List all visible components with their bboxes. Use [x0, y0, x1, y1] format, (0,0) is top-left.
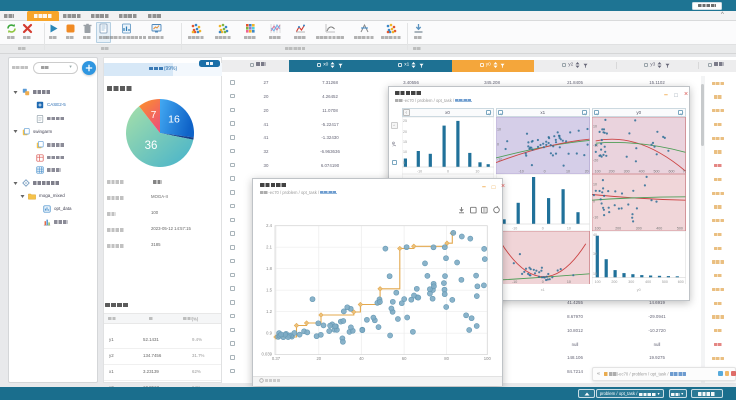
svg-text:20: 20: [585, 169, 589, 173]
svg-text:0: 0: [544, 169, 546, 173]
svg-text:16: 16: [168, 114, 180, 126]
svg-text:10: 10: [593, 182, 597, 186]
svg-text:20: 20: [316, 356, 321, 361]
svg-text:1.8: 1.8: [266, 266, 272, 271]
svg-text:500: 500: [662, 280, 668, 284]
svg-text:400: 400: [645, 280, 651, 284]
svg-text:200: 200: [615, 226, 621, 230]
svg-text:1.5: 1.5: [266, 288, 272, 293]
svg-text:600: 600: [678, 280, 684, 284]
svg-text:200: 200: [611, 280, 617, 284]
svg-text:0: 0: [542, 226, 544, 230]
svg-text:0: 0: [497, 142, 499, 146]
svg-text:10: 10: [567, 226, 571, 230]
svg-text:300: 300: [628, 280, 634, 284]
svg-text:-10: -10: [416, 169, 421, 173]
svg-text:100: 100: [595, 226, 601, 230]
svg-text:0: 0: [593, 199, 595, 203]
svg-text:10: 10: [593, 124, 597, 128]
svg-text:10: 10: [403, 150, 407, 154]
svg-text:10: 10: [567, 280, 571, 284]
svg-text:300: 300: [636, 226, 642, 230]
svg-text:-10: -10: [593, 215, 598, 219]
svg-text:300: 300: [624, 169, 630, 173]
svg-text:40: 40: [359, 356, 364, 361]
svg-text:0: 0: [447, 169, 449, 173]
svg-text:70: 70: [683, 169, 686, 173]
svg-text:500: 500: [677, 226, 683, 230]
svg-text:60: 60: [402, 356, 407, 361]
svg-text:0: 0: [542, 280, 544, 284]
svg-text:2.1: 2.1: [266, 245, 272, 250]
svg-text:-10: -10: [512, 226, 517, 230]
svg-text:400: 400: [656, 226, 662, 230]
svg-text:-10: -10: [512, 280, 517, 284]
svg-text:15: 15: [593, 272, 597, 276]
svg-text:-10: -10: [497, 157, 502, 161]
svg-text:5: 5: [403, 161, 405, 165]
svg-text:7: 7: [151, 110, 157, 121]
svg-text:40: 40: [593, 233, 597, 237]
svg-text:0.039: 0.039: [262, 352, 273, 357]
svg-text:200: 200: [609, 169, 615, 173]
svg-text:-20: -20: [593, 158, 598, 162]
svg-text:10: 10: [475, 169, 479, 173]
svg-text:2.4: 2.4: [266, 223, 272, 228]
svg-text:100: 100: [595, 169, 601, 173]
svg-text:80: 80: [444, 356, 449, 361]
svg-text:1.2: 1.2: [266, 309, 272, 314]
svg-text:-10: -10: [519, 169, 524, 173]
svg-text:15: 15: [403, 140, 407, 144]
svg-text:-10: -10: [593, 143, 598, 147]
svg-text:500: 500: [654, 169, 660, 173]
svg-text:0.37: 0.37: [272, 356, 281, 361]
svg-text:0.9: 0.9: [266, 331, 272, 336]
svg-text:36: 36: [145, 140, 158, 152]
svg-text:20: 20: [403, 130, 407, 134]
svg-text:10: 10: [566, 169, 570, 173]
svg-text:100: 100: [484, 356, 492, 361]
svg-text:100: 100: [595, 280, 601, 284]
svg-text:400: 400: [639, 169, 645, 173]
svg-text:600: 600: [669, 169, 675, 173]
svg-text:10: 10: [497, 127, 501, 131]
svg-text:30: 30: [593, 252, 597, 256]
svg-text:25: 25: [403, 119, 407, 123]
